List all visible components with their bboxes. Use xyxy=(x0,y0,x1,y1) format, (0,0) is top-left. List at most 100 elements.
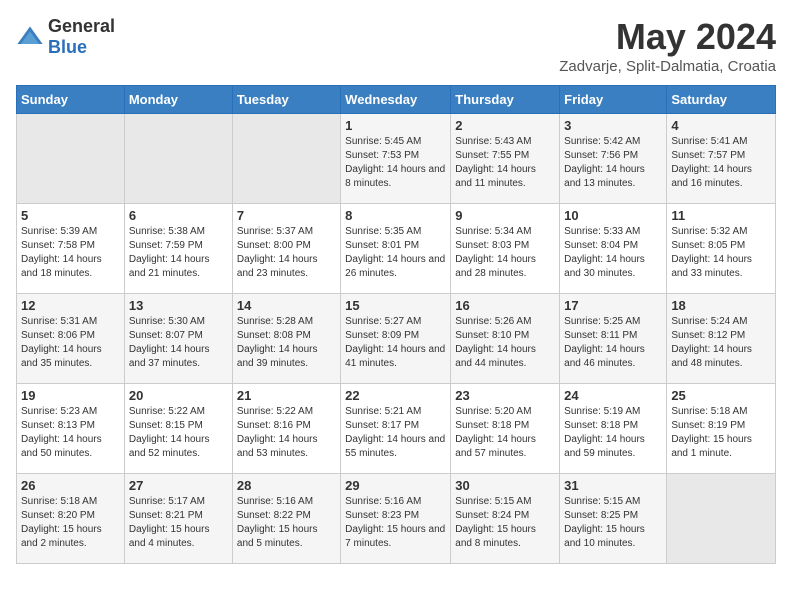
day-info: Sunrise: 5:30 AM Sunset: 8:07 PM Dayligh… xyxy=(129,315,228,371)
day-info: Sunrise: 5:39 AM Sunset: 7:58 PM Dayligh… xyxy=(21,225,120,281)
day-info: Sunrise: 5:20 AM Sunset: 8:18 PM Dayligh… xyxy=(455,405,555,461)
day-cell: 14 Sunrise: 5:28 AM Sunset: 8:08 PM Dayli… xyxy=(232,294,340,384)
day-info: Sunrise: 5:28 AM Sunset: 8:08 PM Dayligh… xyxy=(237,315,336,371)
logo-text-blue: Blue xyxy=(48,37,87,57)
day-info: Sunrise: 5:23 AM Sunset: 8:13 PM Dayligh… xyxy=(21,405,120,461)
day-number: 20 xyxy=(129,388,228,403)
day-number: 16 xyxy=(455,298,555,313)
day-number: 22 xyxy=(345,388,446,403)
day-cell xyxy=(232,114,340,204)
week-row-3: 12 Sunrise: 5:31 AM Sunset: 8:06 PM Dayli… xyxy=(17,294,776,384)
day-number: 2 xyxy=(455,118,555,133)
header-saturday: Saturday xyxy=(667,86,776,114)
day-info: Sunrise: 5:41 AM Sunset: 7:57 PM Dayligh… xyxy=(671,135,771,191)
day-cell xyxy=(124,114,232,204)
day-info: Sunrise: 5:35 AM Sunset: 8:01 PM Dayligh… xyxy=(345,225,446,281)
day-number: 11 xyxy=(671,208,771,223)
day-info: Sunrise: 5:16 AM Sunset: 8:22 PM Dayligh… xyxy=(237,495,336,551)
day-cell: 24Sunrise: 5:19 AM Sunset: 8:18 PM Dayli… xyxy=(560,384,667,474)
logo: General Blue xyxy=(16,16,115,58)
day-info: Sunrise: 5:42 AM Sunset: 7:56 PM Dayligh… xyxy=(564,135,662,191)
day-info: Sunrise: 5:33 AM Sunset: 8:04 PM Dayligh… xyxy=(564,225,662,281)
month-title: May 2024 xyxy=(559,16,776,58)
logo-text-general: General xyxy=(48,16,115,36)
day-number: 15 xyxy=(345,298,446,313)
day-cell: 25 Sunrise: 5:18 AM Sunset: 8:19 PM Dayli… xyxy=(667,384,776,474)
day-cell: 10 Sunrise: 5:33 AM Sunset: 8:04 PM Dayli… xyxy=(560,204,667,294)
day-number: 12 xyxy=(21,298,120,313)
header-sunday: Sunday xyxy=(17,86,125,114)
day-cell: 20 Sunrise: 5:22 AM Sunset: 8:15 PM Dayli… xyxy=(124,384,232,474)
day-info: Sunrise: 5:45 AM Sunset: 7:53 PM Dayligh… xyxy=(345,135,446,191)
day-number: 17 xyxy=(564,298,662,313)
day-number: 13 xyxy=(129,298,228,313)
day-number: 10 xyxy=(564,208,662,223)
day-cell: 13 Sunrise: 5:30 AM Sunset: 8:07 PM Dayli… xyxy=(124,294,232,384)
day-info: Sunrise: 5:38 AM Sunset: 7:59 PM Dayligh… xyxy=(129,225,228,281)
day-number: 7 xyxy=(237,208,336,223)
week-row-1: 1Sunrise: 5:45 AM Sunset: 7:53 PM Daylig… xyxy=(17,114,776,204)
day-cell: 29 Sunrise: 5:16 AM Sunset: 8:23 PM Dayli… xyxy=(341,474,451,564)
week-row-2: 5Sunrise: 5:39 AM Sunset: 7:58 PM Daylig… xyxy=(17,204,776,294)
location-title: Zadvarje, Split-Dalmatia, Croatia xyxy=(559,58,776,75)
day-cell: 26 Sunrise: 5:18 AM Sunset: 8:20 PM Dayli… xyxy=(17,474,125,564)
day-number: 23 xyxy=(455,388,555,403)
day-cell: 9 Sunrise: 5:34 AM Sunset: 8:03 PM Daylig… xyxy=(451,204,560,294)
day-cell xyxy=(667,474,776,564)
day-info: Sunrise: 5:25 AM Sunset: 8:11 PM Dayligh… xyxy=(564,315,662,371)
day-number: 27 xyxy=(129,478,228,493)
header-tuesday: Tuesday xyxy=(232,86,340,114)
day-info: Sunrise: 5:16 AM Sunset: 8:23 PM Dayligh… xyxy=(345,495,446,551)
day-number: 3 xyxy=(564,118,662,133)
day-cell: 1Sunrise: 5:45 AM Sunset: 7:53 PM Daylig… xyxy=(341,114,451,204)
day-cell xyxy=(17,114,125,204)
day-cell: 17 Sunrise: 5:25 AM Sunset: 8:11 PM Dayli… xyxy=(560,294,667,384)
day-cell: 18 Sunrise: 5:24 AM Sunset: 8:12 PM Dayli… xyxy=(667,294,776,384)
day-cell: 21Sunrise: 5:22 AM Sunset: 8:16 PM Dayli… xyxy=(232,384,340,474)
day-cell: 3 Sunrise: 5:42 AM Sunset: 7:56 PM Daylig… xyxy=(560,114,667,204)
day-number: 29 xyxy=(345,478,446,493)
day-number: 18 xyxy=(671,298,771,313)
day-cell: 16Sunrise: 5:26 AM Sunset: 8:10 PM Dayli… xyxy=(451,294,560,384)
week-row-4: 19 Sunrise: 5:23 AM Sunset: 8:13 PM Dayli… xyxy=(17,384,776,474)
day-cell: 12 Sunrise: 5:31 AM Sunset: 8:06 PM Dayli… xyxy=(17,294,125,384)
header-wednesday: Wednesday xyxy=(341,86,451,114)
week-row-5: 26 Sunrise: 5:18 AM Sunset: 8:20 PM Dayli… xyxy=(17,474,776,564)
day-number: 6 xyxy=(129,208,228,223)
header-friday: Friday xyxy=(560,86,667,114)
header-thursday: Thursday xyxy=(451,86,560,114)
day-number: 25 xyxy=(671,388,771,403)
day-cell: 23 Sunrise: 5:20 AM Sunset: 8:18 PM Dayli… xyxy=(451,384,560,474)
day-info: Sunrise: 5:18 AM Sunset: 8:19 PM Dayligh… xyxy=(671,405,771,461)
day-info: Sunrise: 5:32 AM Sunset: 8:05 PM Dayligh… xyxy=(671,225,771,281)
day-number: 31 xyxy=(564,478,662,493)
day-number: 26 xyxy=(21,478,120,493)
day-cell: 27 Sunrise: 5:17 AM Sunset: 8:21 PM Dayli… xyxy=(124,474,232,564)
title-block: May 2024 Zadvarje, Split-Dalmatia, Croat… xyxy=(559,16,776,75)
calendar-header-row: SundayMondayTuesdayWednesdayThursdayFrid… xyxy=(17,86,776,114)
day-info: Sunrise: 5:43 AM Sunset: 7:55 PM Dayligh… xyxy=(455,135,555,191)
day-cell: 28Sunrise: 5:16 AM Sunset: 8:22 PM Dayli… xyxy=(232,474,340,564)
day-info: Sunrise: 5:31 AM Sunset: 8:06 PM Dayligh… xyxy=(21,315,120,371)
day-number: 14 xyxy=(237,298,336,313)
day-info: Sunrise: 5:22 AM Sunset: 8:16 PM Dayligh… xyxy=(237,405,336,461)
day-cell: 5Sunrise: 5:39 AM Sunset: 7:58 PM Daylig… xyxy=(17,204,125,294)
day-cell: 6 Sunrise: 5:38 AM Sunset: 7:59 PM Daylig… xyxy=(124,204,232,294)
day-cell: 15 Sunrise: 5:27 AM Sunset: 8:09 PM Dayli… xyxy=(341,294,451,384)
day-info: Sunrise: 5:27 AM Sunset: 8:09 PM Dayligh… xyxy=(345,315,446,371)
day-number: 30 xyxy=(455,478,555,493)
day-number: 9 xyxy=(455,208,555,223)
day-cell: 7 Sunrise: 5:37 AM Sunset: 8:00 PM Daylig… xyxy=(232,204,340,294)
day-cell: 30Sunrise: 5:15 AM Sunset: 8:24 PM Dayli… xyxy=(451,474,560,564)
day-info: Sunrise: 5:15 AM Sunset: 8:25 PM Dayligh… xyxy=(564,495,662,551)
day-cell: 8Sunrise: 5:35 AM Sunset: 8:01 PM Daylig… xyxy=(341,204,451,294)
day-info: Sunrise: 5:17 AM Sunset: 8:21 PM Dayligh… xyxy=(129,495,228,551)
day-info: Sunrise: 5:18 AM Sunset: 8:20 PM Dayligh… xyxy=(21,495,120,551)
day-info: Sunrise: 5:34 AM Sunset: 8:03 PM Dayligh… xyxy=(455,225,555,281)
page-header: General Blue May 2024 Zadvarje, Split-Da… xyxy=(16,16,776,75)
day-info: Sunrise: 5:37 AM Sunset: 8:00 PM Dayligh… xyxy=(237,225,336,281)
day-info: Sunrise: 5:24 AM Sunset: 8:12 PM Dayligh… xyxy=(671,315,771,371)
day-number: 19 xyxy=(21,388,120,403)
day-info: Sunrise: 5:22 AM Sunset: 8:15 PM Dayligh… xyxy=(129,405,228,461)
header-monday: Monday xyxy=(124,86,232,114)
